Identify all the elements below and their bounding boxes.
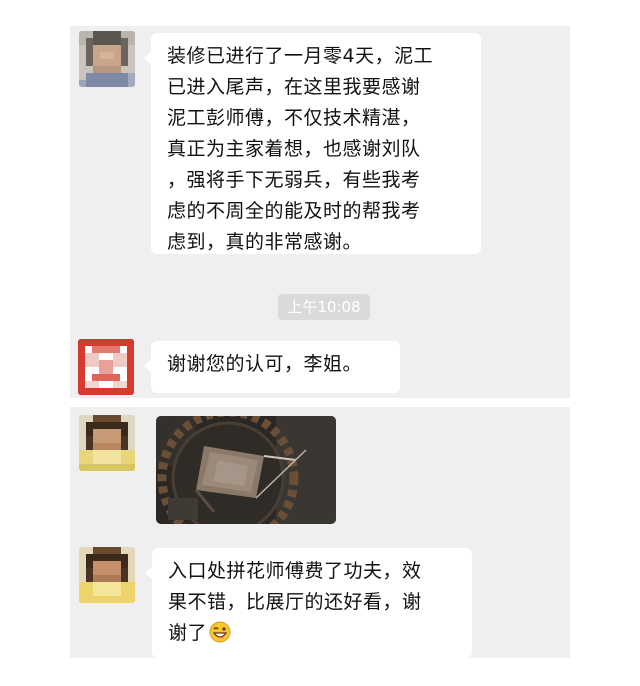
message-line: 虑的不周全的能及时的帮我考 xyxy=(167,200,421,222)
message-line: 装修已进行了一月零4天，泥工 xyxy=(167,45,434,67)
timestamp-badge: 上午10:08 xyxy=(278,294,370,320)
shared-photo-floor-mosaic[interactable] xyxy=(156,416,336,524)
message-line: 谢了 xyxy=(168,618,458,649)
message-line: 泥工彭师傅，不仅技术精湛， xyxy=(167,107,421,129)
message-bubble-reply[interactable]: 谢谢您的认可，李姐。 xyxy=(144,341,400,393)
message-line: 已进入尾声，在这里我要感谢 xyxy=(167,76,421,98)
avatar-company[interactable] xyxy=(78,339,134,395)
grin-wink-emoji-icon xyxy=(209,621,231,643)
avatar-customer[interactable] xyxy=(79,31,135,87)
chat-panel-bottom: 入口处拼花师傅费了功夫，效 果不错，比展厅的还好看，谢 谢了 xyxy=(70,407,570,658)
message-line: 果不错，比展厅的还好看，谢 xyxy=(168,591,422,613)
avatar-customer-3[interactable] xyxy=(79,547,135,603)
message-bubble-thanks[interactable]: 装修已进行了一月零4天，泥工 已进入尾声，在这里我要感谢 泥工彭师傅，不仅技术精… xyxy=(144,33,481,254)
message-bubble-mosaic[interactable]: 入口处拼花师傅费了功夫，效 果不错，比展厅的还好看，谢 谢了 xyxy=(145,548,472,658)
message-line: 虑到，真的非常感谢。 xyxy=(167,231,363,253)
message-text: 谢谢您的认可，李姐。 xyxy=(167,353,363,375)
chat-panel-top: 装修已进行了一月零4天，泥工 已进入尾声，在这里我要感谢 泥工彭师傅，不仅技术精… xyxy=(70,26,570,398)
message-line: 真正为主家着想，也感谢刘队 xyxy=(167,138,421,160)
message-line: ，强将手下无弱兵，有些我考 xyxy=(167,169,421,191)
message-line: 入口处拼花师傅费了功夫，效 xyxy=(168,560,422,582)
avatar-customer-2[interactable] xyxy=(79,415,135,471)
message-line-text: 谢了 xyxy=(168,622,208,644)
